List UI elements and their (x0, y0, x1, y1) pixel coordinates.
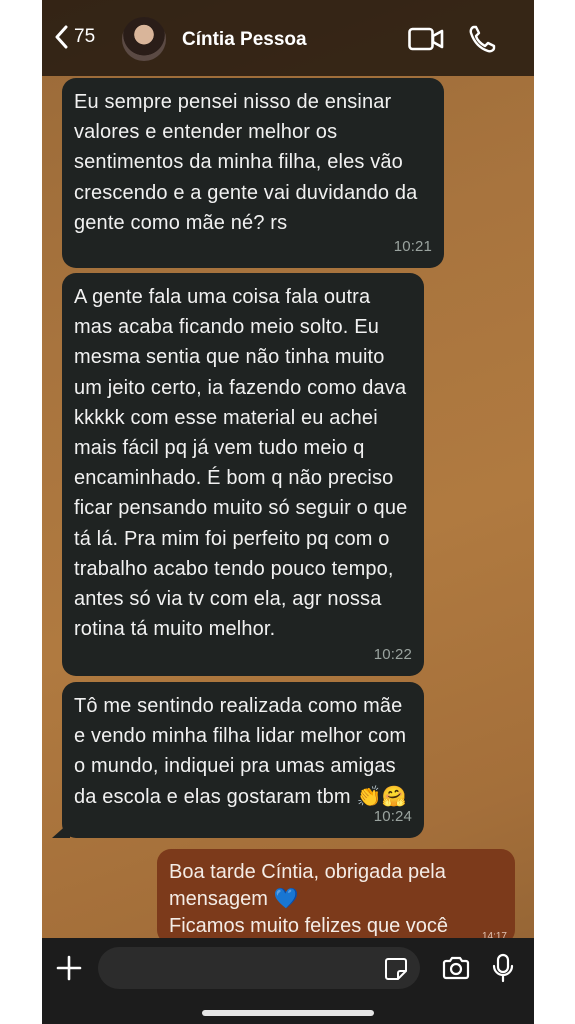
message-time: 10:21 (393, 237, 432, 255)
microphone-icon (492, 953, 514, 987)
sticker-icon (384, 958, 408, 985)
message-time: 10:24 (373, 807, 412, 825)
voice-call-button[interactable] (468, 24, 496, 59)
message-line: Boa tarde Cíntia, obrigada pela (169, 861, 446, 883)
message-bubble[interactable]: A gente fala uma coisa fala outra mas ac… (62, 273, 424, 676)
camera-button[interactable] (442, 956, 470, 985)
contact-name[interactable]: Cíntia Pessoa (182, 29, 307, 51)
message-bubble[interactable]: Eu sempre pensei nisso de ensinar valore… (62, 78, 444, 268)
home-indicator[interactable] (202, 1010, 374, 1016)
message-time: 10:22 (373, 645, 412, 663)
message-line: Ficamos muito felizes que você (169, 915, 449, 937)
bubble-tail (52, 822, 70, 838)
phone-icon (468, 25, 496, 58)
outgoing-message-bubble[interactable]: Boa tarde Cíntia, obrigada pela mensagem… (157, 849, 515, 944)
chat-screen: 75 Cíntia Pessoa Eu sempre pensei nisso … (42, 0, 534, 1024)
video-camera-icon (408, 27, 444, 55)
message-input[interactable] (98, 947, 420, 989)
message-text: Eu sempre pensei nisso de ensinar valore… (74, 91, 418, 234)
message-line-with-emoji: mensagem 💙 (169, 886, 503, 913)
message-bubble[interactable]: Tô me sentindo realizada como mãe e vend… (62, 682, 424, 838)
chat-header: 75 Cíntia Pessoa (42, 0, 534, 76)
camera-icon (442, 956, 470, 984)
voice-message-button[interactable] (492, 953, 514, 988)
avatar[interactable] (122, 17, 166, 61)
back-button[interactable]: 75 (54, 25, 95, 49)
sticker-button[interactable] (384, 957, 408, 986)
chevron-left-icon (54, 25, 68, 49)
message-text: A gente fala uma coisa fala outra mas ac… (74, 286, 408, 641)
plus-icon (56, 955, 82, 985)
message-line: mensagem (169, 888, 268, 910)
video-call-button[interactable] (408, 27, 444, 56)
attach-button[interactable] (56, 955, 82, 981)
unread-count: 75 (74, 26, 96, 47)
blue-heart-emoji: 💙 (273, 888, 299, 910)
